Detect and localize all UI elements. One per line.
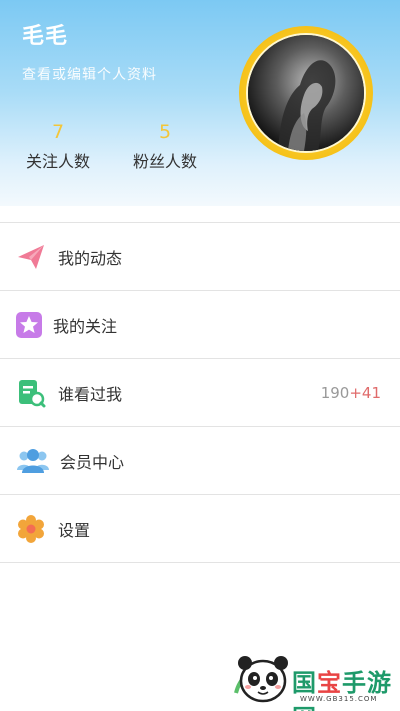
menu-label-visitors: 谁看过我 (58, 384, 123, 404)
edit-profile-link[interactable]: 查看或编辑个人资料 (22, 64, 157, 84)
visitor-total: 190 (320, 383, 350, 402)
menu-item-my-follows[interactable]: 我的关注 (0, 291, 400, 359)
watermark-char-a: 国 (292, 669, 317, 697)
profile-header: 毛毛 查看或编辑个人资料 7 关注人数 5 粉丝人数 (0, 0, 400, 206)
panda-logo-icon (234, 656, 288, 703)
avatar[interactable] (239, 26, 373, 160)
star-icon (14, 310, 44, 340)
menu-label-my-posts: 我的动态 (58, 248, 123, 268)
menu-item-visitors[interactable]: 谁看过我 190+41 (0, 359, 400, 427)
visitor-icon (16, 378, 46, 408)
fans-stat[interactable]: 5 粉丝人数 (125, 120, 205, 172)
following-count: 7 (51, 121, 65, 143)
paper-plane-icon (16, 242, 46, 272)
watermark-url: WWW.GB315.COM (300, 695, 378, 703)
menu-item-my-posts[interactable]: 我的动态 (0, 223, 400, 291)
following-label: 关注人数 (25, 152, 90, 171)
fans-count: 5 (158, 121, 172, 143)
menu-item-settings[interactable]: 设置 (0, 495, 400, 563)
following-stat[interactable]: 7 关注人数 (18, 120, 98, 172)
menu-label-settings: 设置 (58, 520, 91, 540)
menu-item-membership[interactable]: 会员中心 (0, 427, 400, 495)
visitor-new: +41 (349, 383, 381, 402)
fans-label: 粉丝人数 (132, 152, 197, 171)
visitor-count: 190+41 (321, 384, 381, 402)
members-icon (16, 446, 50, 476)
watermark-char-b: 宝 (317, 669, 342, 697)
menu-label-membership: 会员中心 (60, 452, 125, 472)
avatar-photo (246, 33, 366, 153)
site-watermark: 国宝手游网 WWW.GB315.COM (220, 645, 400, 711)
gear-icon (16, 514, 46, 544)
watermark-text: 国宝手游网 (292, 663, 400, 711)
menu-label-my-follows: 我的关注 (53, 316, 118, 336)
menu-list: 我的动态 我的关注 谁看过我 190+41 会员中心 设置 (0, 222, 400, 563)
username[interactable]: 毛毛 (22, 18, 68, 50)
